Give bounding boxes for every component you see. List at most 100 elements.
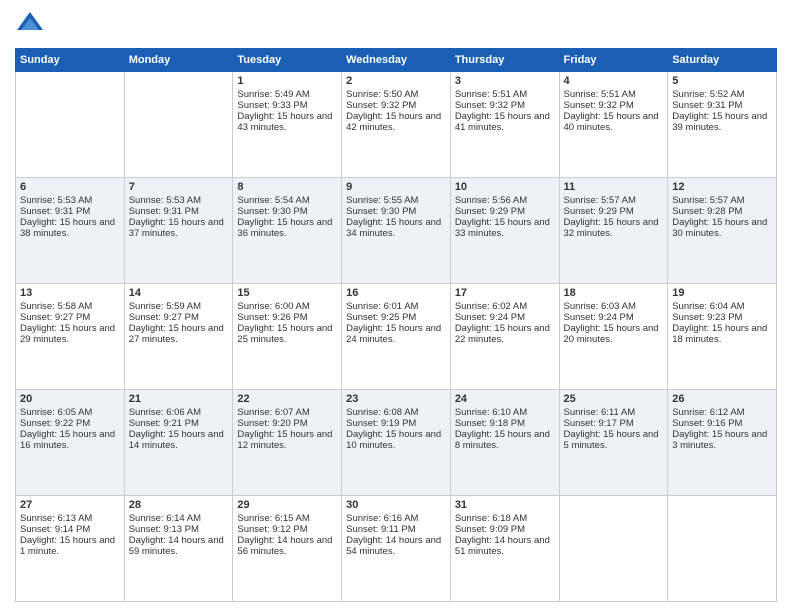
sunrise-text: Sunrise: 6:16 AM: [346, 513, 446, 524]
calendar-cell: 18Sunrise: 6:03 AMSunset: 9:24 PMDayligh…: [559, 284, 668, 390]
day-number: 20: [20, 393, 120, 405]
day-number: 27: [20, 499, 120, 511]
sunset-text: Sunset: 9:09 PM: [455, 524, 555, 535]
sunset-text: Sunset: 9:27 PM: [129, 312, 229, 323]
sunrise-text: Sunrise: 5:57 AM: [672, 195, 772, 206]
sunset-text: Sunset: 9:13 PM: [129, 524, 229, 535]
calendar-cell: 12 Sunrise: 5:57 AMSunset: 9:28 PMDayligh…: [668, 178, 777, 284]
calendar-cell: 19Sunrise: 6:04 AMSunset: 9:23 PMDayligh…: [668, 284, 777, 390]
sunrise-text: Sunrise: 6:11 AM: [564, 407, 664, 418]
sunrise-text: Sunrise: 5:52 AM: [672, 89, 772, 100]
sunset-text: Sunset: 9:26 PM: [237, 312, 337, 323]
daylight-text: Daylight: 15 hours and 27 minutes.: [129, 323, 229, 345]
calendar-cell: 11Sunrise: 5:57 AMSunset: 9:29 PMDayligh…: [559, 178, 668, 284]
daylight-text: Daylight: 15 hours and 33 minutes.: [455, 217, 555, 239]
calendar-week-row: 20Sunrise: 6:05 AMSunset: 9:22 PMDayligh…: [16, 390, 777, 496]
sunset-text: Sunset: 9:22 PM: [20, 418, 120, 429]
daylight-text: Daylight: 15 hours and 3 minutes.: [672, 429, 772, 451]
sunrise-text: Sunrise: 6:08 AM: [346, 407, 446, 418]
calendar-cell: 25Sunrise: 6:11 AMSunset: 9:17 PMDayligh…: [559, 390, 668, 496]
calendar-week-row: 13Sunrise: 5:58 AMSunset: 9:27 PMDayligh…: [16, 284, 777, 390]
sunrise-text: Sunrise: 5:53 AM: [129, 195, 229, 206]
sunset-text: Sunset: 9:11 PM: [346, 524, 446, 535]
sunrise-text: Sunrise: 5:56 AM: [455, 195, 555, 206]
sunrise-text: Sunrise: 5:50 AM: [346, 89, 446, 100]
sunset-text: Sunset: 9:20 PM: [237, 418, 337, 429]
daylight-text: Daylight: 15 hours and 10 minutes.: [346, 429, 446, 451]
sunrise-text: Sunrise: 6:04 AM: [672, 301, 772, 312]
calendar-cell: 14Sunrise: 5:59 AMSunset: 9:27 PMDayligh…: [124, 284, 233, 390]
sunrise-text: Sunrise: 5:51 AM: [455, 89, 555, 100]
daylight-text: Daylight: 15 hours and 12 minutes.: [237, 429, 337, 451]
col-header-tuesday: Tuesday: [233, 49, 342, 72]
calendar-cell: 27Sunrise: 6:13 AMSunset: 9:14 PMDayligh…: [16, 496, 125, 602]
sunset-text: Sunset: 9:27 PM: [20, 312, 120, 323]
calendar-cell: 31Sunrise: 6:18 AMSunset: 9:09 PMDayligh…: [450, 496, 559, 602]
col-header-thursday: Thursday: [450, 49, 559, 72]
calendar-cell: 2Sunrise: 5:50 AMSunset: 9:32 PMDaylight…: [342, 72, 451, 178]
calendar-header-row: SundayMondayTuesdayWednesdayThursdayFrid…: [16, 49, 777, 72]
calendar-cell: [16, 72, 125, 178]
sunset-text: Sunset: 9:29 PM: [455, 206, 555, 217]
day-number: 28: [129, 499, 229, 511]
page: SundayMondayTuesdayWednesdayThursdayFrid…: [0, 0, 792, 612]
daylight-text: Daylight: 15 hours and 30 minutes.: [672, 217, 772, 239]
daylight-text: Daylight: 15 hours and 34 minutes.: [346, 217, 446, 239]
sunset-text: Sunset: 9:25 PM: [346, 312, 446, 323]
daylight-text: Daylight: 15 hours and 37 minutes.: [129, 217, 229, 239]
sunset-text: Sunset: 9:33 PM: [237, 100, 337, 111]
calendar-cell: 21Sunrise: 6:06 AMSunset: 9:21 PMDayligh…: [124, 390, 233, 496]
sunset-text: Sunset: 9:21 PM: [129, 418, 229, 429]
daylight-text: Daylight: 14 hours and 56 minutes.: [237, 535, 337, 557]
day-number: 13: [20, 287, 120, 299]
logo: [15, 10, 49, 40]
day-number: 11: [564, 181, 664, 193]
sunset-text: Sunset: 9:19 PM: [346, 418, 446, 429]
day-number: 18: [564, 287, 664, 299]
sunrise-text: Sunrise: 6:18 AM: [455, 513, 555, 524]
sunrise-text: Sunrise: 5:49 AM: [237, 89, 337, 100]
day-number: 12: [672, 181, 772, 193]
day-number: 19: [672, 287, 772, 299]
daylight-text: Daylight: 15 hours and 20 minutes.: [564, 323, 664, 345]
sunset-text: Sunset: 9:28 PM: [672, 206, 772, 217]
daylight-text: Daylight: 15 hours and 22 minutes.: [455, 323, 555, 345]
calendar-cell: 5Sunrise: 5:52 AMSunset: 9:31 PMDaylight…: [668, 72, 777, 178]
day-number: 16: [346, 287, 446, 299]
calendar-week-row: 1Sunrise: 5:49 AMSunset: 9:33 PMDaylight…: [16, 72, 777, 178]
sunrise-text: Sunrise: 5:51 AM: [564, 89, 664, 100]
calendar-week-row: 27Sunrise: 6:13 AMSunset: 9:14 PMDayligh…: [16, 496, 777, 602]
day-number: 17: [455, 287, 555, 299]
day-number: 31: [455, 499, 555, 511]
day-number: 30: [346, 499, 446, 511]
col-header-saturday: Saturday: [668, 49, 777, 72]
sunrise-text: Sunrise: 6:12 AM: [672, 407, 772, 418]
daylight-text: Daylight: 15 hours and 41 minutes.: [455, 111, 555, 133]
sunset-text: Sunset: 9:16 PM: [672, 418, 772, 429]
sunset-text: Sunset: 9:14 PM: [20, 524, 120, 535]
day-number: 7: [129, 181, 229, 193]
calendar-cell: [124, 72, 233, 178]
daylight-text: Daylight: 15 hours and 29 minutes.: [20, 323, 120, 345]
sunrise-text: Sunrise: 6:14 AM: [129, 513, 229, 524]
day-number: 8: [237, 181, 337, 193]
sunrise-text: Sunrise: 6:10 AM: [455, 407, 555, 418]
calendar-cell: 17Sunrise: 6:02 AMSunset: 9:24 PMDayligh…: [450, 284, 559, 390]
sunset-text: Sunset: 9:32 PM: [564, 100, 664, 111]
calendar-cell: 20Sunrise: 6:05 AMSunset: 9:22 PMDayligh…: [16, 390, 125, 496]
sunrise-text: Sunrise: 6:01 AM: [346, 301, 446, 312]
calendar-cell: 29Sunrise: 6:15 AMSunset: 9:12 PMDayligh…: [233, 496, 342, 602]
day-number: 21: [129, 393, 229, 405]
daylight-text: Daylight: 15 hours and 43 minutes.: [237, 111, 337, 133]
calendar-cell: 4Sunrise: 5:51 AMSunset: 9:32 PMDaylight…: [559, 72, 668, 178]
sunset-text: Sunset: 9:31 PM: [672, 100, 772, 111]
sunrise-text: Sunrise: 5:57 AM: [564, 195, 664, 206]
sunrise-text: Sunrise: 6:03 AM: [564, 301, 664, 312]
calendar-cell: 9Sunrise: 5:55 AMSunset: 9:30 PMDaylight…: [342, 178, 451, 284]
sunset-text: Sunset: 9:17 PM: [564, 418, 664, 429]
day-number: 29: [237, 499, 337, 511]
daylight-text: Daylight: 15 hours and 42 minutes.: [346, 111, 446, 133]
calendar-cell: 22Sunrise: 6:07 AMSunset: 9:20 PMDayligh…: [233, 390, 342, 496]
sunset-text: Sunset: 9:24 PM: [455, 312, 555, 323]
daylight-text: Daylight: 15 hours and 32 minutes.: [564, 217, 664, 239]
